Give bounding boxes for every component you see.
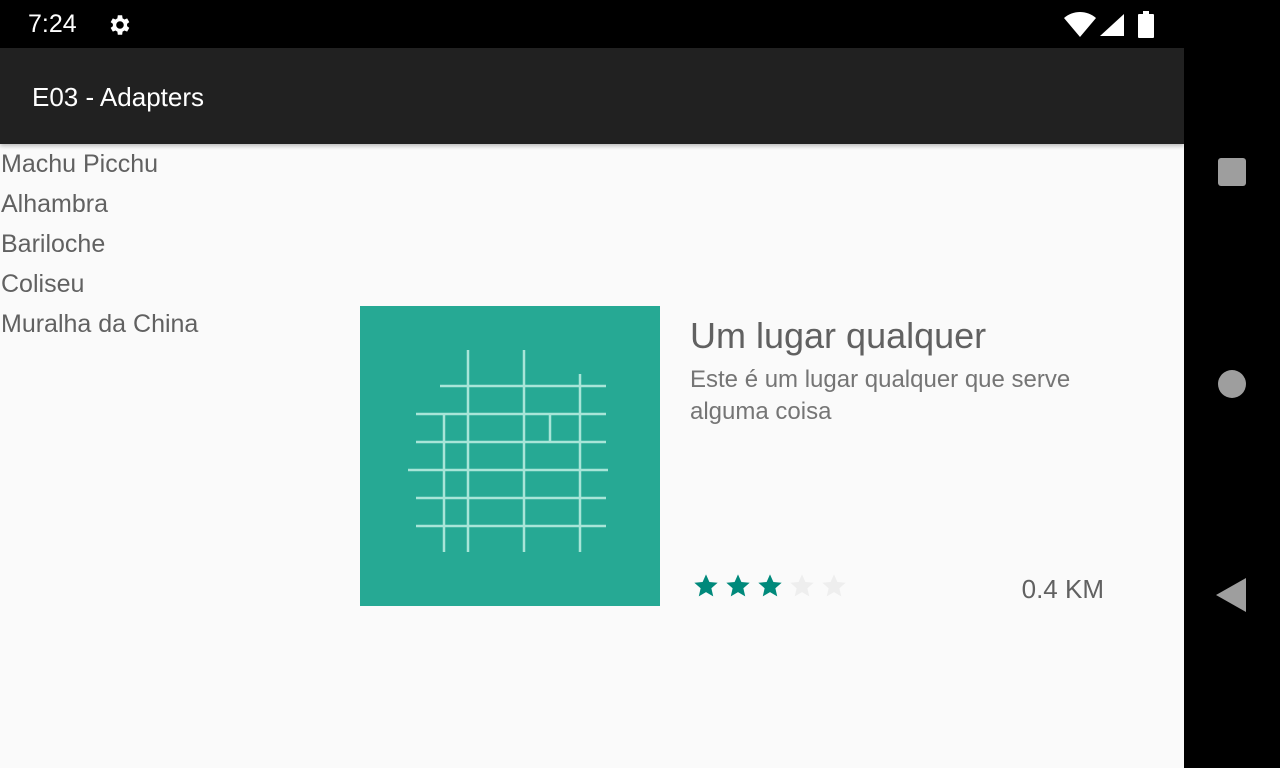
- place-name: Um lugar qualquer: [690, 315, 987, 356]
- place-distance: 0.4 KM: [1021, 574, 1104, 604]
- device-screen: 7:24 E03 - Adapters Machu Picchu Alhambr…: [0, 0, 1280, 768]
- list-item[interactable]: Coliseu: [0, 264, 340, 304]
- home-icon[interactable]: [1218, 370, 1246, 398]
- list-item[interactable]: Machu Picchu: [0, 144, 340, 184]
- list-item[interactable]: Bariloche: [0, 224, 340, 264]
- recent-apps-icon[interactable]: [1218, 158, 1246, 186]
- star-empty-icon[interactable]: [820, 572, 848, 600]
- app-title: E03 - Adapters: [32, 82, 204, 112]
- places-list: Machu Picchu Alhambra Bariloche Coliseu …: [0, 144, 340, 344]
- list-item[interactable]: Alhambra: [0, 184, 340, 224]
- signal-icon: [1100, 14, 1124, 36]
- place-card: Um lugar qualquer Este é um lugar qualqu…: [360, 306, 1120, 606]
- wifi-icon: [1064, 12, 1096, 37]
- status-clock: 7:24: [28, 10, 77, 38]
- navigation-bar: [1184, 48, 1280, 768]
- rating-bar[interactable]: [692, 572, 848, 606]
- settings-icon: [110, 15, 130, 35]
- app-bar: E03 - Adapters: [0, 48, 1184, 144]
- star-filled-icon[interactable]: [724, 572, 752, 600]
- app-window: E03 - Adapters Machu Picchu Alhambra Bar…: [0, 48, 1184, 768]
- battery-icon: [1138, 11, 1154, 38]
- place-description: Este é um lugar qualquer que serve algum…: [690, 366, 1071, 425]
- building-grid-icon: [408, 350, 608, 552]
- list-item[interactable]: Muralha da China: [0, 304, 340, 344]
- star-filled-icon[interactable]: [756, 572, 784, 600]
- place-image: [360, 306, 660, 606]
- star-filled-icon[interactable]: [692, 572, 720, 600]
- back-icon[interactable]: [1216, 578, 1246, 612]
- status-bar: 7:24: [0, 0, 1280, 48]
- star-empty-icon[interactable]: [788, 572, 816, 600]
